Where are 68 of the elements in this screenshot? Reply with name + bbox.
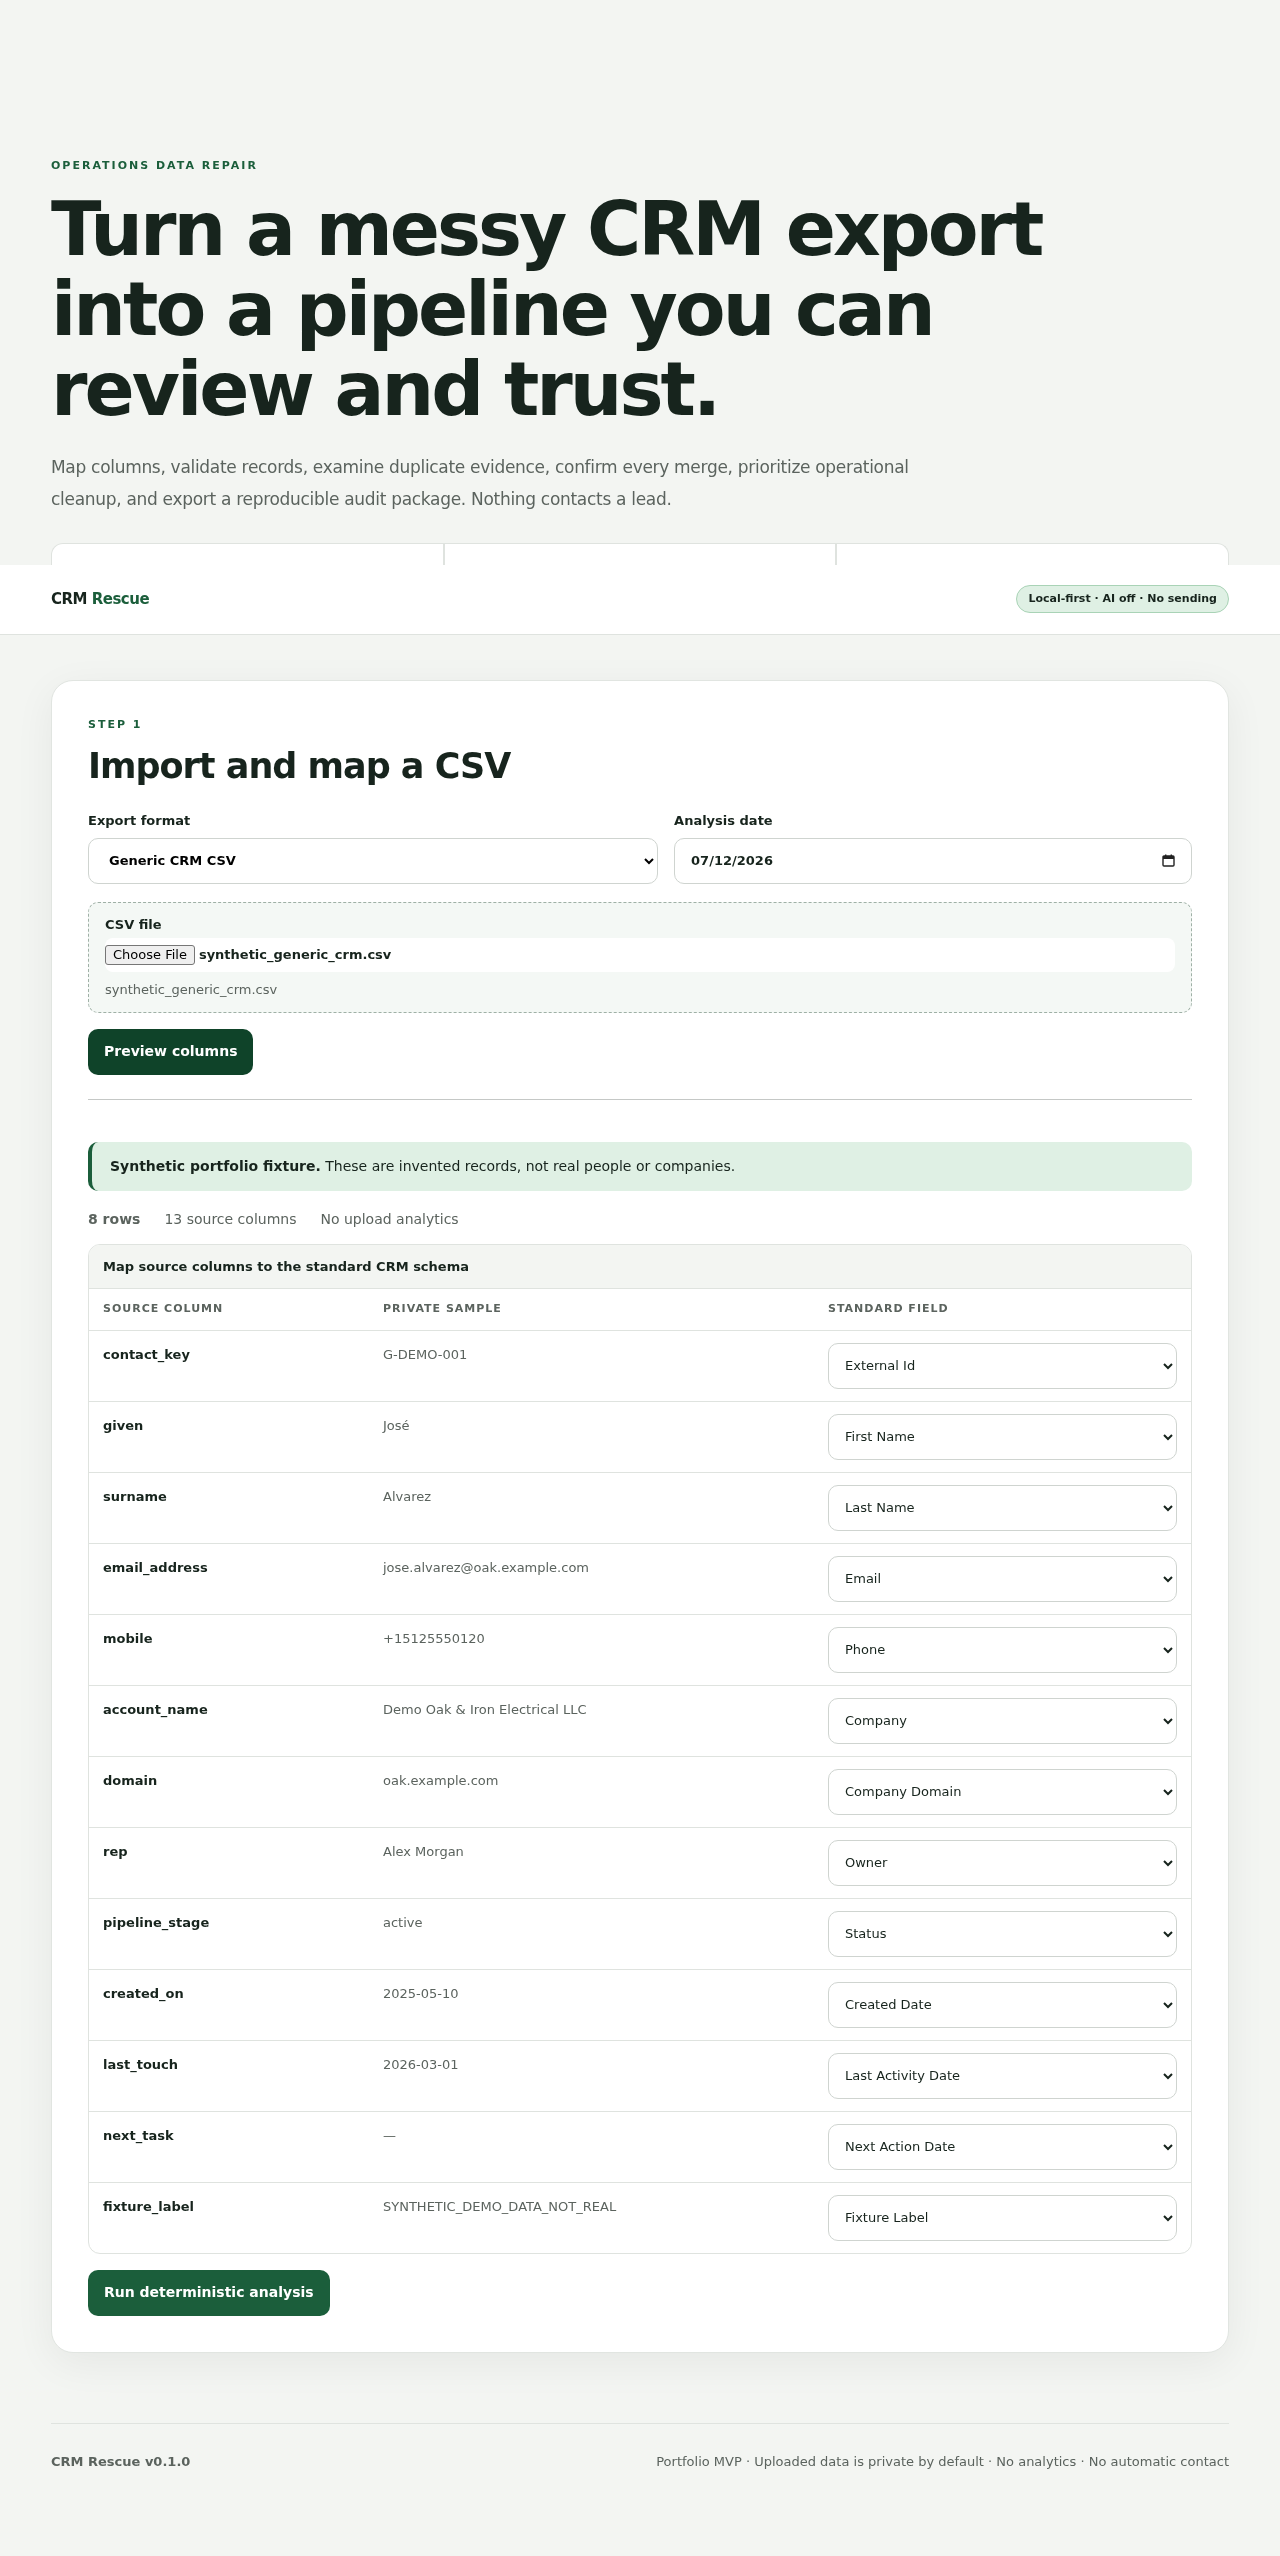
file-name: synthetic_generic_crm.csv: [198, 946, 392, 965]
column-header: SOURCE COLUMN: [103, 1301, 225, 1317]
field-select[interactable]: External Id: [828, 1342, 1177, 1389]
column-header: PRIVATE SAMPLE: [383, 1301, 503, 1317]
field-select[interactable]: Created Date: [828, 1981, 1177, 2028]
hero-headline: Turn a messy CRM export into a pipeline you can review and trust.: [51, 188, 1043, 429]
section-title: Import and map a CSV: [88, 745, 512, 787]
table-cell-text: jose.alvarez@oak.example.com: [383, 1558, 591, 1577]
preview-columns-button[interactable]: Preview columns: [88, 1028, 254, 1075]
field-select[interactable]: Phone: [828, 1626, 1177, 1673]
table-cell-text: last_touch: [103, 2055, 180, 2075]
table-cell-text: —: [383, 2126, 397, 2145]
export-format-select[interactable]: Generic CRM CSV: [88, 837, 659, 884]
stat-text: No upload analytics: [320, 1209, 459, 1229]
field-select[interactable]: Owner: [828, 1839, 1177, 1886]
field-label: Export format: [88, 812, 192, 830]
table-cell-text: Demo Oak & Iron Electrical LLC: [383, 1700, 588, 1719]
table-cell-text: created_on: [103, 1984, 185, 2004]
hero-description: Map columns, validate records, examine duplicate evidence, confirm every merge, prioritize operational cleanup, and export a reproducible audit package. Nothing contacts a lead.: [51, 455, 910, 511]
table-cell-text: domain: [103, 1771, 159, 1790]
run-analysis-button[interactable]: Run deterministic analysis: [88, 2269, 330, 2316]
file-hint: synthetic_generic_crm.csv: [105, 981, 279, 999]
table-cell-text: active: [383, 1913, 424, 1932]
table-cell-text: given: [103, 1416, 145, 1435]
field-select[interactable]: Company: [828, 1697, 1177, 1744]
file-input[interactable]: Choose File synthetic_generic_crm.csv: [105, 938, 1175, 972]
table-cell-text: José: [383, 1416, 411, 1435]
table-cell-text: fixture_label: [103, 2197, 196, 2217]
table-cell-text: pipeline_stage: [103, 1913, 211, 1933]
field-select[interactable]: First Name: [828, 1413, 1177, 1460]
table-cell-text: next_task: [103, 2126, 175, 2146]
table-cell-text: surname: [103, 1487, 168, 1506]
footer-note: Portfolio MVP · Uploaded data is private by default · No analytics · No automatic contact: [656, 2452, 1229, 2471]
step-label: STEP 1: [88, 716, 144, 733]
field-label: Analysis date: [674, 812, 774, 830]
stat-text: 13 source columns: [164, 1209, 297, 1229]
table-cell-text: SYNTHETIC_DEMO_DATA_NOT_REAL: [383, 2197, 618, 2216]
table-cell-text: G-DEMO-001: [383, 1345, 469, 1364]
eyebrow-label: OPERATIONS DATA REPAIR: [51, 158, 259, 174]
table-cell-text: Alex Morgan: [383, 1842, 465, 1861]
table-cell-text: mobile: [103, 1629, 154, 1648]
table-cell-text: 2025-05-10: [383, 1984, 460, 2003]
stat-text: 8 rows: [88, 1209, 141, 1229]
table-cell-text: Alvarez: [383, 1487, 433, 1506]
table-cell-text: 2026-03-01: [383, 2055, 460, 2074]
table-title: Map source columns to the standard CRM schema: [89, 1244, 1191, 1289]
table-cell-text: email_address: [103, 1558, 209, 1578]
table-cell-text: contact_key: [103, 1345, 191, 1365]
privacy-badge: Local-first · AI off · No sending: [1016, 584, 1229, 614]
table-cell-text: account_name: [103, 1700, 209, 1720]
fixture-notice: Synthetic portfolio fixture. These are invented records, not real people or companies.: [88, 1141, 1192, 1191]
field-select[interactable]: Email: [828, 1555, 1177, 1602]
field-select[interactable]: Next Action Date: [828, 2123, 1177, 2170]
calendar-icon[interactable]: [1162, 854, 1175, 867]
field-select[interactable]: Fixture Label: [828, 2194, 1177, 2241]
table-cell-text: rep: [103, 1842, 129, 1861]
field-select[interactable]: Status: [828, 1910, 1177, 1957]
brand-logo[interactable]: CRM Rescue: [51, 587, 150, 611]
field-select[interactable]: Last Name: [828, 1484, 1177, 1531]
date-field[interactable]: 07/12/2026: [674, 837, 1192, 884]
column-header: STANDARD FIELD: [828, 1301, 950, 1317]
field-select[interactable]: Company Domain: [828, 1768, 1177, 1815]
choose-file-button[interactable]: Choose File: [105, 945, 195, 965]
field-select[interactable]: Last Activity Date: [828, 2052, 1177, 2099]
table-cell-text: +15125550120: [383, 1629, 486, 1648]
version-label: CRM Rescue v0.1.0: [51, 2452, 191, 2471]
field-label: CSV file: [105, 915, 163, 934]
table-cell-text: oak.example.com: [383, 1771, 500, 1790]
